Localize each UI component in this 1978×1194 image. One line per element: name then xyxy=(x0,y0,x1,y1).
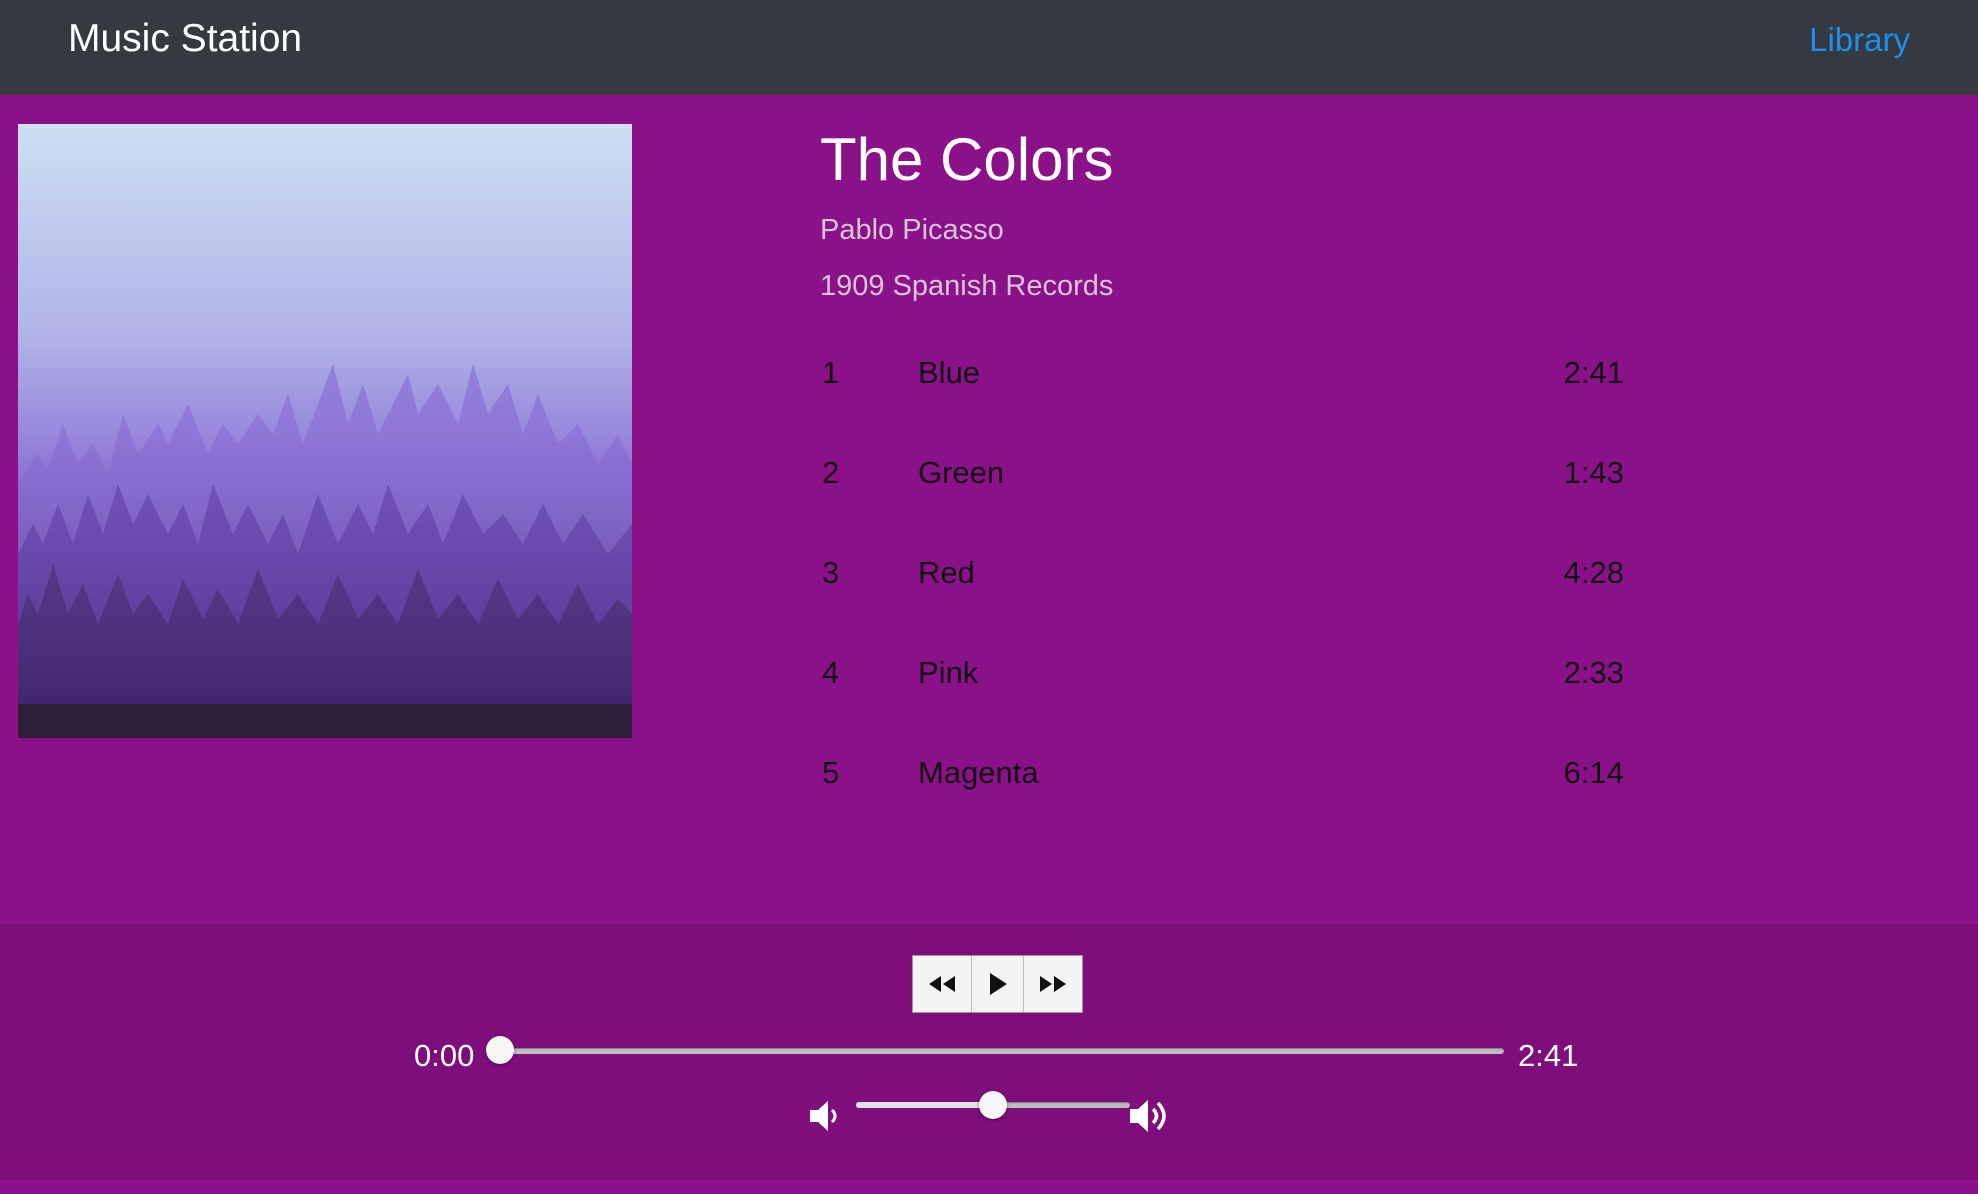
playback-controls xyxy=(912,955,1083,1013)
volume-thumb[interactable] xyxy=(979,1091,1007,1119)
play-button[interactable] xyxy=(972,956,1024,1012)
album-artist: Pablo Picasso xyxy=(820,214,1004,246)
seek-thumb[interactable] xyxy=(486,1036,514,1064)
rewind-icon xyxy=(929,976,955,992)
track-number: 2 xyxy=(822,455,840,490)
top-navbar: Music Station Library xyxy=(0,0,1978,95)
track-name: Red xyxy=(918,555,975,590)
track-row[interactable]: 5 Magenta 6:14 xyxy=(820,746,1630,846)
track-number: 4 xyxy=(822,655,840,690)
track-number: 5 xyxy=(822,755,840,790)
track-row[interactable]: 3 Red 4:28 xyxy=(820,546,1630,646)
track-duration: 2:33 xyxy=(1563,655,1624,690)
volume-high-icon xyxy=(1130,1100,1166,1132)
volume-level xyxy=(856,1102,993,1108)
album-cover xyxy=(18,124,632,738)
fast-forward-button[interactable] xyxy=(1024,956,1082,1012)
volume-down-button[interactable] xyxy=(808,1098,842,1139)
volume-up-button[interactable] xyxy=(1128,1094,1172,1143)
brand-title[interactable]: Music Station xyxy=(68,14,302,64)
total-time: 2:41 xyxy=(1518,1038,1579,1073)
track-duration: 6:14 xyxy=(1563,755,1624,790)
track-number: 3 xyxy=(822,555,840,590)
track-row[interactable]: 1 Blue 2:41 xyxy=(820,346,1630,446)
track-name: Pink xyxy=(918,655,979,690)
album-label: 1909 Spanish Records xyxy=(820,270,1114,302)
track-duration: 2:41 xyxy=(1563,355,1624,390)
track-name: Green xyxy=(918,455,1005,490)
rewind-button[interactable] xyxy=(913,956,972,1012)
seek-slider[interactable] xyxy=(500,1048,1504,1054)
track-name: Magenta xyxy=(918,755,1039,790)
current-time: 0:00 xyxy=(414,1038,475,1073)
track-name: Blue xyxy=(918,355,981,390)
fast-forward-icon xyxy=(1040,976,1066,992)
track-list: 1 Blue 2:41 2 Green 1:43 3 Red 4:28 4 Pi… xyxy=(820,346,1630,846)
track-row[interactable]: 4 Pink 2:33 xyxy=(820,646,1630,746)
play-icon xyxy=(989,973,1007,995)
track-duration: 1:43 xyxy=(1563,455,1624,490)
track-duration: 4:28 xyxy=(1563,555,1624,590)
album-cover-image xyxy=(18,124,632,738)
track-row[interactable]: 2 Green 1:43 xyxy=(820,446,1630,546)
library-link[interactable]: Library xyxy=(1809,18,1910,62)
volume-low-icon xyxy=(810,1101,837,1131)
album-title: The Colors xyxy=(820,126,1114,193)
track-number: 1 xyxy=(822,355,840,390)
